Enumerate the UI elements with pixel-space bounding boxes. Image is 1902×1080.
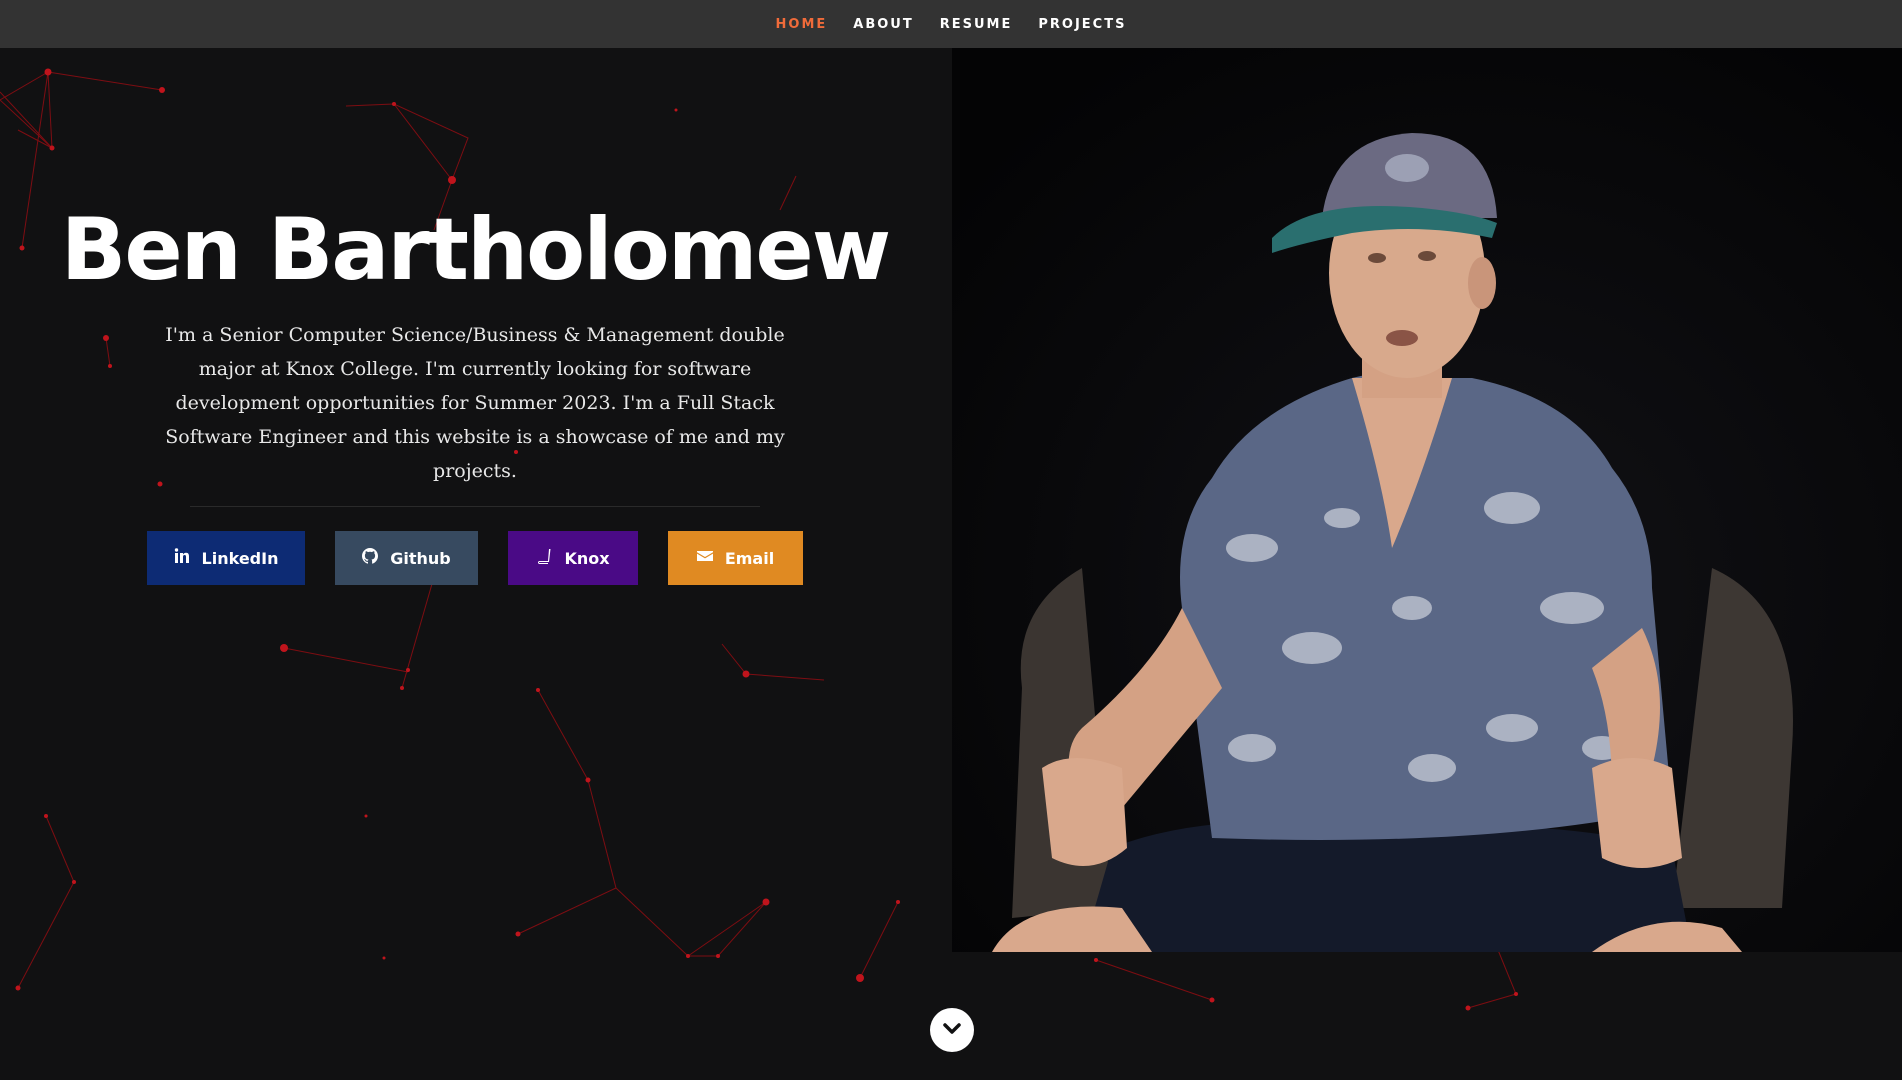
nav-item-about[interactable]: ABOUT — [840, 17, 926, 32]
nav-item-projects[interactable]: PROJECTS — [1025, 17, 1139, 32]
knox-button[interactable]: Knox — [508, 531, 638, 585]
hero-description: I'm a Senior Computer Science/Business &… — [165, 324, 785, 482]
nav-item-resume[interactable]: RESUME — [927, 17, 1026, 32]
email-button[interactable]: Email — [668, 531, 803, 585]
github-button[interactable]: Github — [335, 531, 478, 585]
envelope-icon — [696, 548, 713, 568]
knox-button-label: Knox — [564, 548, 610, 568]
top-navigation-bar: HOME ABOUT RESUME PROJECTS — [0, 0, 1902, 48]
page-title: Ben Bartholomew — [60, 200, 891, 300]
hero-section: Ben Bartholomew I'm a Senior Computer Sc… — [60, 200, 891, 585]
email-button-label: Email — [724, 548, 775, 568]
nav-menu: HOME ABOUT RESUME PROJECTS — [763, 17, 1140, 32]
profile-photo — [952, 48, 1902, 952]
github-button-label: Github — [390, 548, 451, 568]
github-icon — [362, 548, 379, 568]
linkedin-icon — [174, 548, 190, 568]
scroll-down-button[interactable] — [930, 1008, 974, 1052]
profile-photo-illustration — [952, 48, 1902, 952]
linkedin-button-label: LinkedIn — [201, 548, 279, 568]
chevron-down-icon — [941, 1017, 963, 1043]
nav-item-home[interactable]: HOME — [763, 17, 841, 32]
linkedin-button[interactable]: LinkedIn — [147, 531, 305, 585]
book-icon — [536, 548, 552, 568]
divider — [190, 506, 760, 507]
social-buttons: LinkedIn Github Knox Email — [60, 531, 890, 585]
